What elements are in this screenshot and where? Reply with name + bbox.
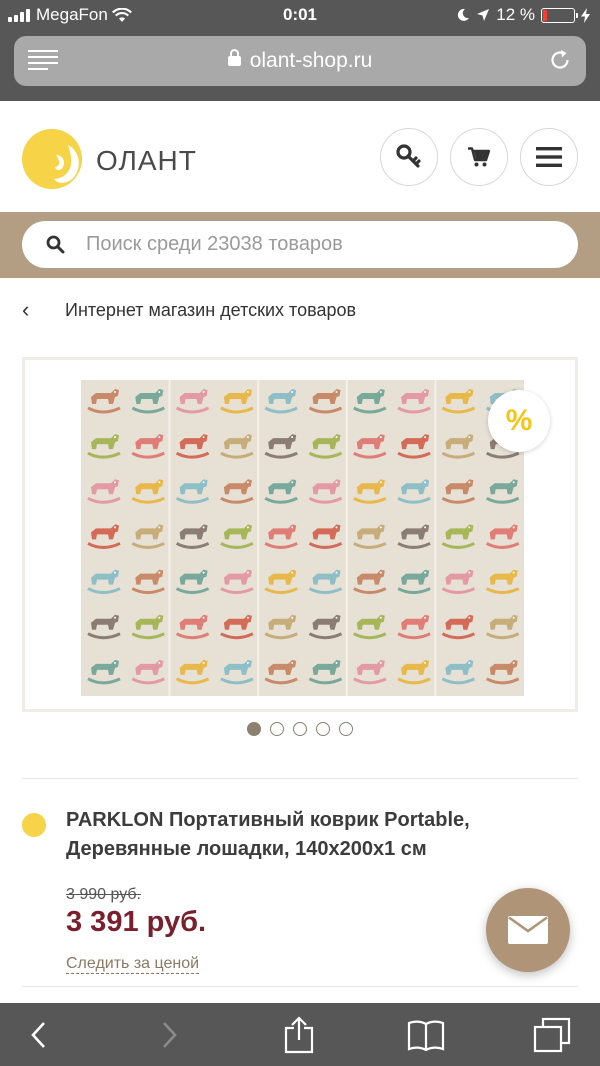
cart-button[interactable] [450,128,508,186]
status-bar: MegaFon 0:01 12 % [0,0,600,30]
search-band [0,212,600,278]
tabs-button[interactable] [532,1015,572,1055]
feedback-button[interactable] [486,888,570,972]
forward-button[interactable] [150,1015,190,1055]
pagination-dot[interactable] [316,722,330,736]
lock-icon [227,49,241,66]
battery-icon [541,7,578,23]
pagination-dot[interactable] [247,722,261,736]
search-input[interactable] [86,221,566,268]
availability-dot [22,813,46,837]
browser-toolbar [0,1003,600,1066]
charging-bolt-icon [581,7,590,23]
product-image[interactable] [81,380,524,696]
url-display[interactable]: olant-shop.ru [14,49,586,73]
moon-icon [458,8,470,21]
search-box[interactable] [22,221,578,268]
gallery-pagination [0,722,600,736]
location-arrow-icon [477,9,490,21]
key-icon [396,144,421,168]
cart-icon [468,147,490,167]
back-button[interactable] [18,1015,58,1055]
current-price: 3 391 руб. [66,906,207,938]
battery-percent: 12 % [496,5,535,24]
phone-screen: MegaFon 0:01 12 % olant-shop.ru ОЛАНТ По… [0,0,600,1066]
back-icon [31,1022,45,1048]
old-price: 3 990 руб. [66,886,141,903]
divider [22,986,578,987]
status-right-group: 12 % [456,5,590,25]
search-icon[interactable] [46,235,65,254]
tabs-icon [533,1017,571,1053]
address-bar[interactable]: olant-shop.ru [14,36,586,86]
browser-address-area: olant-shop.ru [0,30,600,101]
reload-icon[interactable] [548,48,572,72]
login-button[interactable] [380,128,438,186]
follow-price-link[interactable]: Следить за ценой [66,954,200,974]
bookmarks-icon [407,1020,445,1051]
menu-icon [536,147,562,167]
mail-icon [508,916,548,944]
bookmarks-button[interactable] [406,1015,446,1055]
chevron-left-icon[interactable]: ‹ [22,297,65,323]
share-icon [284,1016,314,1054]
pagination-dot[interactable] [270,722,284,736]
product-title: PARKLON Портативный коврик Portable, Дер… [66,809,470,860]
pagination-dot[interactable] [339,722,353,736]
menu-button[interactable] [520,128,578,186]
breadcrumb[interactable]: ‹ Интернет магазин детских товаров [22,297,356,323]
breadcrumb-label[interactable]: Интернет магазин детских товаров [65,300,356,321]
share-button[interactable] [279,1015,319,1055]
pagination-dot[interactable] [293,722,307,736]
site-header: ОЛАНТ [0,101,600,212]
logo-text[interactable]: ОЛАНТ [96,145,197,177]
discount-badge: % [488,390,550,452]
olant-logo-icon[interactable] [22,127,86,191]
url-text: olant-shop.ru [249,49,373,72]
divider [22,778,578,779]
forward-icon [163,1022,177,1048]
product-gallery[interactable]: % [22,357,578,712]
